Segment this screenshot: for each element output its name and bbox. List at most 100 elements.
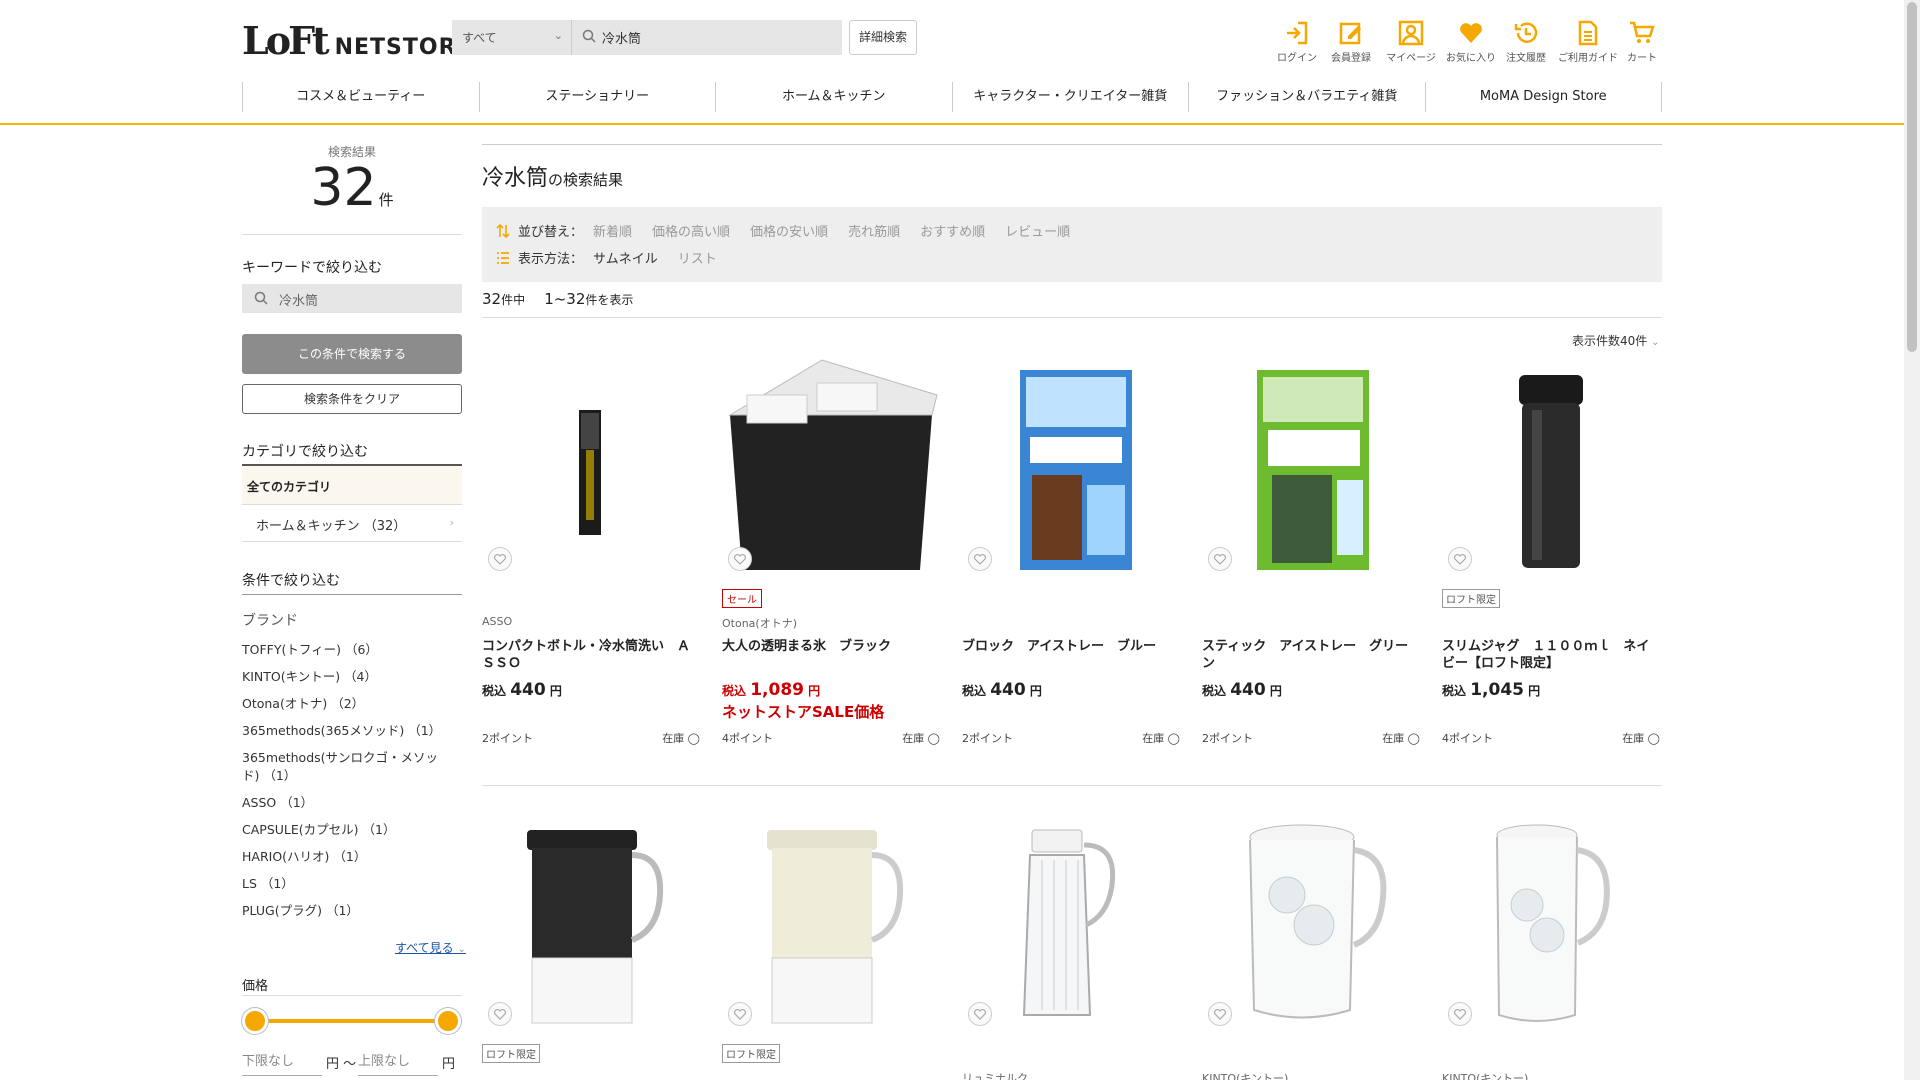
history-button[interactable]: 注文履歴: [1498, 20, 1554, 64]
brand-option[interactable]: HARIO(ハリオ) （1）: [242, 848, 462, 866]
login-label: ログイン: [1277, 53, 1317, 64]
brand-option[interactable]: Otona(オトナ) （2）: [242, 695, 462, 713]
product-image-stick-ice-tray[interactable]: [1202, 355, 1420, 575]
chevron-right-icon: ›: [449, 516, 454, 529]
favorite-toggle[interactable]: [1208, 547, 1232, 571]
sort-option-price-low[interactable]: 価格の安い順: [750, 221, 828, 240]
scrollbar-thumb[interactable]: [1907, 2, 1917, 352]
sort-option-bestseller[interactable]: 売れ筋順: [848, 221, 900, 240]
product-image-ice-maker[interactable]: [722, 355, 940, 575]
product-brand: Otona(オトナ): [722, 617, 797, 630]
sort-option-price-high[interactable]: 価格の高い順: [652, 221, 730, 240]
product-image-basic-jug-beige[interactable]: [722, 815, 940, 1025]
register-label: 会員登録: [1331, 53, 1371, 64]
sort-option-new[interactable]: 新着順: [593, 221, 632, 240]
login-button[interactable]: ログイン: [1269, 20, 1325, 64]
advanced-search-button[interactable]: 詳細検索: [849, 20, 917, 55]
product-image-kinto-jug-slim[interactable]: [1442, 815, 1660, 1025]
price-min-input[interactable]: 下限なし: [242, 1050, 322, 1076]
guide-button[interactable]: ご利用ガイド: [1558, 20, 1618, 64]
favorite-toggle[interactable]: [1448, 1002, 1472, 1026]
product-image-block-ice-tray[interactable]: [962, 355, 1180, 575]
heart-icon: [1214, 554, 1226, 565]
product-image-glass-pitcher[interactable]: [962, 815, 1180, 1025]
condition-filter-title: 条件で絞り込む: [242, 573, 340, 589]
product-image-kinto-jug-wide[interactable]: [1202, 815, 1420, 1025]
product-image-basic-jug-black[interactable]: [482, 815, 700, 1025]
product-points: 2ポイント: [482, 732, 533, 745]
cart-button[interactable]: カート: [1614, 20, 1670, 64]
favorite-toggle[interactable]: [728, 1002, 752, 1026]
product-image-slim-jug[interactable]: [1442, 355, 1660, 575]
guide-icon: [1578, 20, 1598, 46]
view-option-thumbnail[interactable]: サムネイル: [593, 248, 658, 267]
register-button[interactable]: 会員登録: [1323, 20, 1379, 64]
product-stock: 在庫 ◯: [1622, 732, 1660, 745]
search-scope-select[interactable]: すべて ⌄: [452, 20, 572, 55]
apply-filter-button[interactable]: この条件で検索する: [242, 334, 462, 374]
mypage-button[interactable]: マイページ: [1383, 20, 1439, 64]
site-logo[interactable]: LoFt NETSTORE: [242, 18, 473, 63]
brand-option[interactable]: LS （1）: [242, 875, 462, 893]
see-all-brands-link[interactable]: すべて見る ⌄: [395, 939, 466, 956]
product-points: 2ポイント: [962, 732, 1013, 745]
price-max-handle[interactable]: [435, 1008, 461, 1034]
product-name[interactable]: 大人の透明まる氷 ブラック: [722, 638, 940, 655]
view-option-list[interactable]: リスト: [678, 248, 717, 267]
favorite-button[interactable]: お気に入り: [1443, 20, 1499, 64]
heart-icon: [734, 1009, 746, 1020]
favorite-toggle[interactable]: [968, 1002, 992, 1026]
brand-option[interactable]: CAPSULE(カプセル) （1）: [242, 821, 462, 839]
product-image-bottle-brush[interactable]: [482, 355, 700, 575]
heart-icon: [1454, 554, 1466, 565]
product-name[interactable]: スティック アイストレー グリーン: [1202, 638, 1420, 672]
keyword-filter-title: キーワードで絞り込む: [242, 260, 382, 276]
sort-option-recommend[interactable]: おすすめ順: [920, 221, 985, 240]
price-min-handle[interactable]: [242, 1008, 268, 1034]
per-page-select[interactable]: 表示件数40件 ⌄: [1572, 332, 1660, 349]
nav-home-kitchen[interactable]: ホーム＆キッチン: [715, 82, 952, 112]
brand-option[interactable]: 365methods(サンロクゴ・メソッド) （1）: [242, 749, 462, 785]
price-range-track[interactable]: [255, 1019, 448, 1023]
display-range-suffix: 件を表示: [585, 293, 634, 307]
clear-filter-button[interactable]: 検索条件をクリア: [242, 384, 462, 414]
product-name[interactable]: ブロック アイストレー ブルー: [962, 638, 1180, 655]
sort-row: 並び替え： 新着順 価格の高い順 価格の安い順 売れ筋順 おすすめ順 レビュー順: [496, 221, 1090, 240]
nav-fashion[interactable]: ファッション＆バラエティ雑貨: [1188, 82, 1425, 112]
brand-filter-title: ブランド: [242, 613, 298, 629]
sort-option-review[interactable]: レビュー順: [1005, 221, 1070, 240]
favorite-toggle[interactable]: [968, 547, 992, 571]
brand-option[interactable]: ASSO （1）: [242, 794, 462, 812]
keyword-filter-input[interactable]: 冷水筒: [242, 284, 462, 313]
favorite-toggle[interactable]: [728, 547, 752, 571]
result-count-line: 32件中 1~32件を表示: [482, 290, 633, 308]
price-unit: 円: [1029, 684, 1042, 698]
favorite-toggle[interactable]: [488, 1002, 512, 1026]
sort-label: 並び替え：: [518, 225, 584, 240]
category-all[interactable]: 全てのカテゴリ: [242, 464, 462, 504]
search-input[interactable]: 冷水筒: [572, 20, 842, 55]
brand-option[interactable]: TOFFY(トフィー) （6）: [242, 641, 462, 659]
favorite-toggle[interactable]: [1208, 1002, 1232, 1026]
nav-character[interactable]: キャラクター・クリエイター雑貨: [951, 82, 1189, 112]
brand-option[interactable]: 365methods(365メソッド) （1）: [242, 722, 462, 740]
nav-moma[interactable]: MoMA Design Store: [1424, 82, 1662, 112]
category-home-kitchen[interactable]: ホーム＆キッチン （32） ›: [242, 504, 462, 542]
favorite-toggle[interactable]: [488, 547, 512, 571]
loft-limited-badge: ロフト限定: [722, 1044, 780, 1063]
search-icon: [582, 29, 596, 47]
product-points: 4ポイント: [722, 732, 773, 745]
heart-icon: [494, 554, 506, 565]
price-value: 440: [510, 680, 546, 700]
price-prefix: 税込: [482, 684, 507, 698]
nav-divider: [0, 123, 1905, 125]
favorite-toggle[interactable]: [1448, 547, 1472, 571]
product-name[interactable]: スリムジャグ １１００ｍｌ ネイビー【ロフト限定】: [1442, 638, 1660, 672]
product-name[interactable]: コンパクトボトル・冷水筒洗い ＡＳＳＯ: [482, 638, 700, 672]
nav-cosme[interactable]: コスメ＆ビューティー: [242, 82, 479, 112]
price-value: 440: [990, 680, 1026, 700]
brand-option[interactable]: KINTO(キントー) （4）: [242, 668, 462, 686]
nav-stationery[interactable]: ステーショナリー: [478, 82, 716, 112]
price-max-input[interactable]: 上限なし: [358, 1050, 438, 1076]
brand-option[interactable]: PLUG(プラグ) （1）: [242, 902, 462, 920]
